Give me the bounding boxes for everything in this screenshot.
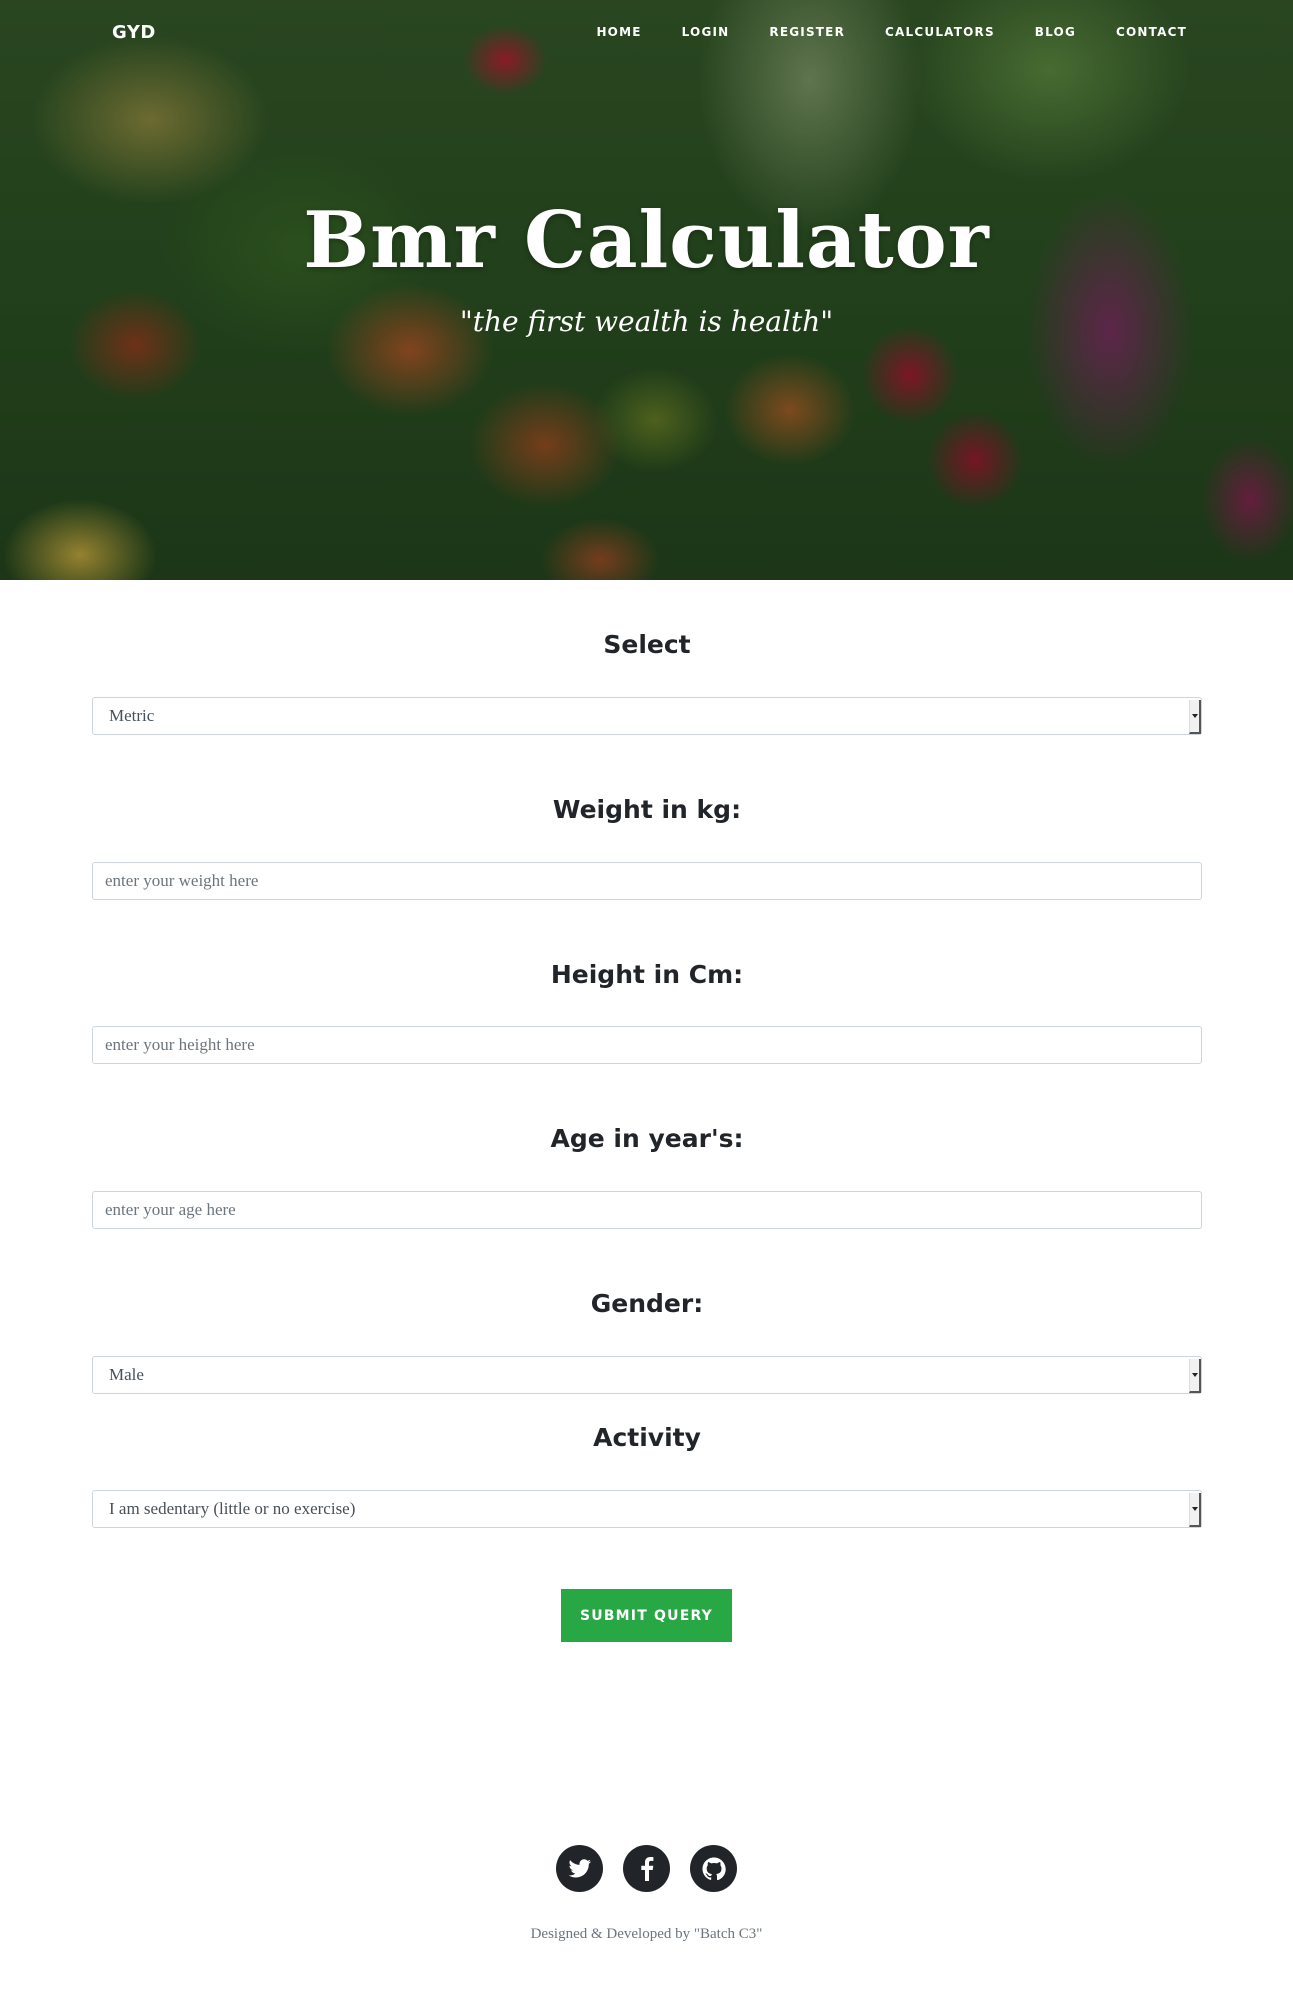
nav-contact[interactable]: CONTACT (1116, 25, 1187, 39)
unit-label: Select (603, 630, 691, 659)
hero-banner: GYD HOME LOGIN REGISTER CALCULATORS BLOG… (0, 0, 1293, 580)
weight-label: Weight in kg: (552, 795, 742, 824)
facebook-icon[interactable] (623, 1845, 670, 1892)
unit-select[interactable]: Metric (92, 697, 1202, 735)
gender-select[interactable]: Male (92, 1356, 1202, 1394)
activity-select-value: I am sedentary (little or no exercise) (109, 1499, 356, 1518)
activity-select[interactable]: I am sedentary (little or no exercise) (92, 1490, 1202, 1528)
height-input[interactable]: enter your height here (92, 1026, 1202, 1064)
chevron-down-icon (1189, 1359, 1201, 1393)
nav-login[interactable]: LOGIN (682, 25, 730, 39)
nav-calculators[interactable]: CALCULATORS (885, 25, 995, 39)
twitter-icon[interactable] (556, 1845, 603, 1892)
chevron-down-icon (1189, 1493, 1201, 1527)
nav-links: HOME LOGIN REGISTER CALCULATORS BLOG CON… (556, 25, 1187, 39)
gender-select-value: Male (109, 1365, 144, 1384)
page-title: Bmr Calculator (303, 195, 990, 286)
weight-placeholder: enter your weight here (105, 871, 259, 890)
age-placeholder: enter your age here (105, 1200, 236, 1219)
nav-home[interactable]: HOME (596, 25, 641, 39)
gender-label: Gender: (590, 1289, 704, 1318)
footer-credits: Designed & Developed by "Batch C3" (530, 1926, 763, 1942)
nav-register[interactable]: REGISTER (769, 25, 845, 39)
weight-input[interactable]: enter your weight here (92, 862, 1202, 900)
brand-logo[interactable]: GYD (112, 22, 156, 43)
social-links (556, 1845, 737, 1892)
height-placeholder: enter your height here (105, 1035, 255, 1054)
activity-label: Activity (593, 1423, 701, 1452)
unit-select-value: Metric (109, 706, 155, 725)
age-input[interactable]: enter your age here (92, 1191, 1202, 1229)
height-label: Height in Cm: (550, 960, 744, 989)
github-icon[interactable] (690, 1845, 737, 1892)
chevron-down-icon (1189, 700, 1201, 734)
submit-button[interactable]: SUBMIT QUERY (561, 1589, 732, 1642)
age-label: Age in year's: (550, 1124, 744, 1153)
nav-blog[interactable]: BLOG (1035, 25, 1076, 39)
top-navbar: GYD HOME LOGIN REGISTER CALCULATORS BLOG… (0, 0, 1293, 66)
page-subtitle: "the first wealth is health" (459, 305, 834, 338)
